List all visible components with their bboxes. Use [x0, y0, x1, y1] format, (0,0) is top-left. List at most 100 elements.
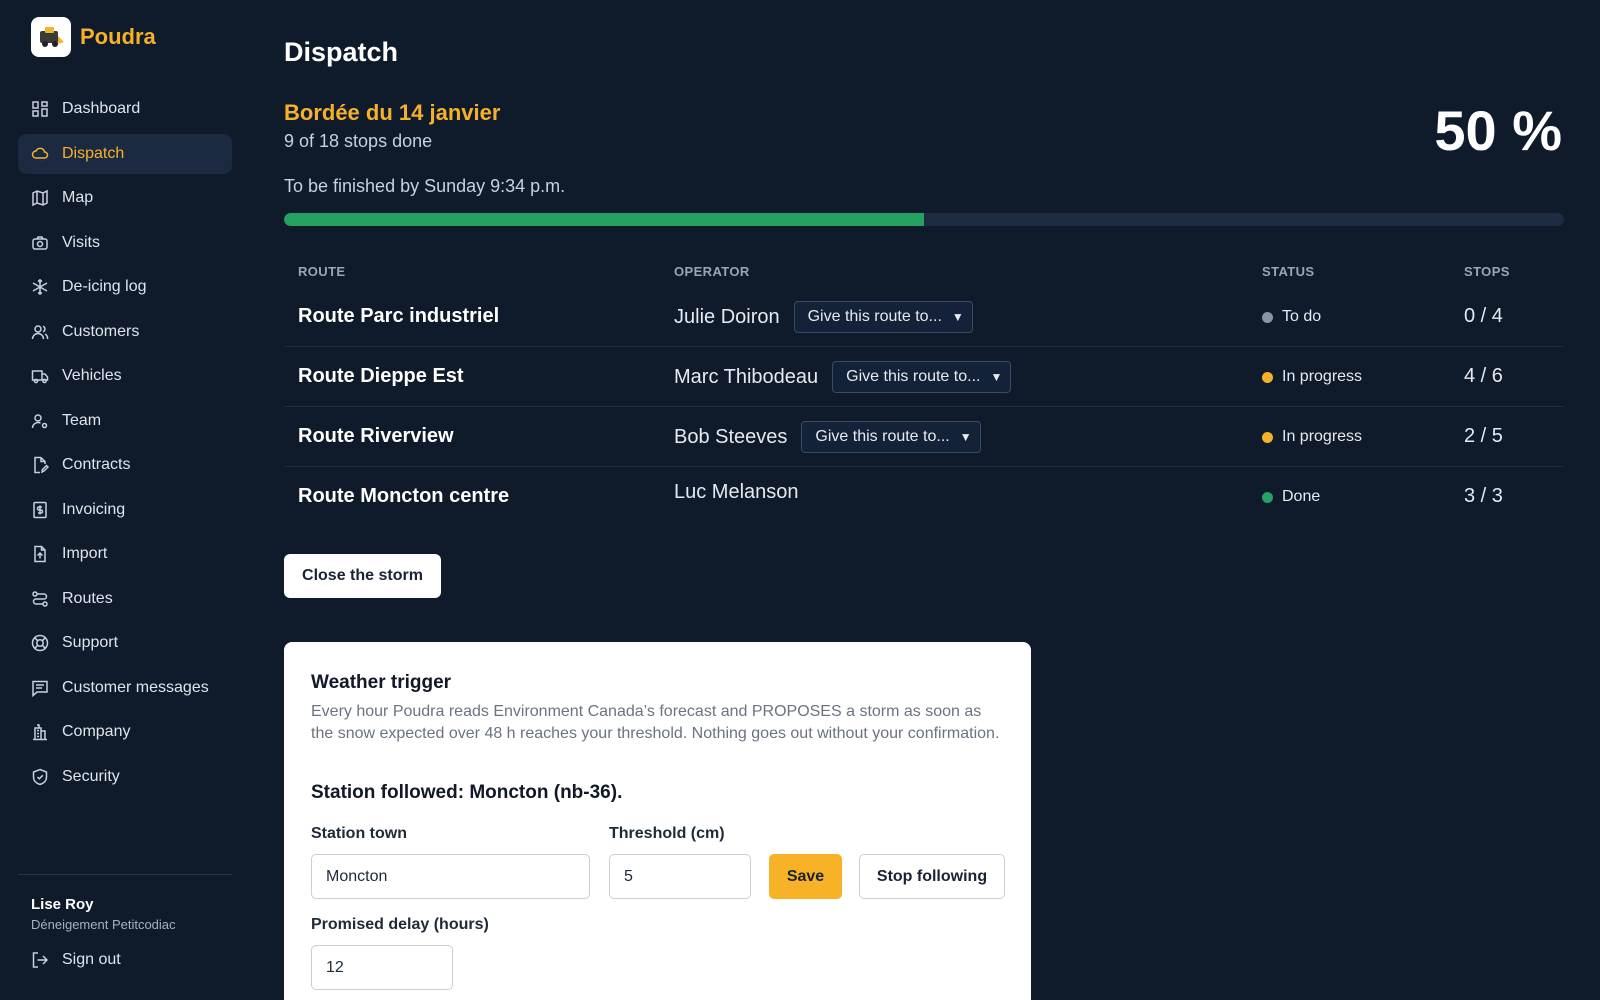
poudra-logo-icon: [31, 17, 71, 57]
sidebar-item-de-icing-log[interactable]: De-icing log: [18, 267, 232, 307]
status-badge: To do: [1262, 308, 1321, 326]
operator-cell: Bob Steeves Give this route to... ▼: [674, 421, 981, 453]
status-label: To do: [1282, 308, 1322, 325]
threshold-label: Threshold (cm): [609, 825, 725, 842]
reassign-route-select[interactable]: Give this route to... ▼: [793, 301, 973, 333]
sidebar-item-visits[interactable]: Visits: [18, 223, 232, 263]
sidebar-nav: Dashboard Dispatch Map Visits De-icing l…: [18, 89, 232, 801]
map-icon: [31, 189, 49, 207]
sidebar-item-company[interactable]: Company: [18, 712, 232, 752]
sidebar-divider: [18, 874, 232, 875]
sign-out-icon: [31, 951, 49, 969]
status-dot: [1262, 491, 1273, 503]
sidebar-item-label: Support: [62, 634, 119, 651]
reassign-route-label: Give this route to...: [807, 308, 942, 325]
station-followed: Station followed: Moncton (nb-36).: [311, 782, 623, 803]
brand[interactable]: Poudra: [31, 17, 156, 57]
sign-out-button[interactable]: Sign out: [31, 951, 121, 969]
table-header: ROUTE OPERATOR STATUS STOPS: [284, 255, 1564, 287]
sidebar-item-dispatch[interactable]: Dispatch: [18, 133, 232, 174]
cloud-icon: [31, 145, 49, 163]
stop-following-button[interactable]: Stop following: [859, 854, 1005, 899]
file-upload-icon: [31, 545, 49, 563]
sidebar-item-customers[interactable]: Customers: [18, 312, 232, 352]
close-storm-button[interactable]: Close the storm: [284, 554, 441, 598]
weather-trigger-description: Every hour Poudra reads Environment Cana…: [311, 703, 1000, 742]
sidebar-item-team[interactable]: Team: [18, 401, 232, 441]
sidebar-item-label: Vehicles: [62, 367, 122, 384]
chevron-down-icon: ▼: [959, 430, 972, 444]
storm-deadline: To be finished by Sunday 9:34 p.m.: [284, 176, 566, 196]
sidebar-item-map[interactable]: Map: [18, 178, 232, 218]
table-row: Route Riverview Bob Steeves Give this ro…: [284, 407, 1564, 467]
sidebar-item-label: Import: [62, 545, 108, 562]
storm-progress-text: 9 of 18 stops done: [284, 131, 433, 151]
table-row: Route Parc industriel Julie Doiron Give …: [284, 287, 1564, 347]
sidebar-item-label: Customers: [62, 322, 140, 340]
chevron-down-icon: ▼: [990, 370, 1003, 384]
promised-delay-input[interactable]: [311, 945, 453, 990]
storm-progress-fill: [284, 213, 924, 226]
sidebar-item-contracts[interactable]: Contracts: [18, 445, 232, 485]
status-dot: [1262, 431, 1273, 443]
invoice-icon: [31, 501, 49, 519]
threshold-input[interactable]: [609, 854, 751, 899]
operator-cell: Marc Thibodeau Give this route to... ▼: [674, 361, 1012, 393]
column-header-route: ROUTE: [298, 264, 346, 279]
sidebar-item-label: Visits: [62, 233, 100, 251]
sign-out-label: Sign out: [62, 951, 121, 968]
user-name: Lise Roy: [31, 896, 94, 913]
camera-icon: [31, 234, 49, 252]
sidebar-item-invoicing[interactable]: Invoicing: [18, 490, 232, 530]
table-row: Route Moncton centre Luc Melanson Done 3…: [284, 467, 1564, 527]
brand-name: Poudra: [80, 24, 156, 49]
stops-count: 2 / 5: [1464, 425, 1503, 447]
save-button[interactable]: Save: [769, 854, 842, 899]
dashboard-icon: [31, 100, 49, 118]
sidebar-item-label: Routes: [62, 589, 113, 607]
sidebar-item-dashboard[interactable]: Dashboard: [18, 89, 232, 129]
weather-trigger-card: Weather trigger Every hour Poudra reads …: [284, 642, 1031, 1000]
reassign-route-select[interactable]: Give this route to... ▼: [832, 361, 1012, 393]
promised-delay-label: Promised delay (hours): [311, 916, 489, 933]
sidebar-item-label: Dispatch: [62, 144, 125, 162]
building-icon: [31, 723, 49, 741]
users-icon: [31, 323, 49, 341]
sidebar-item-customer-messages[interactable]: Customer messages: [18, 668, 232, 708]
status-dot: [1262, 311, 1273, 323]
route-icon: [31, 590, 49, 608]
sidebar-item-import[interactable]: Import: [18, 534, 232, 574]
reassign-route-label: Give this route to...: [846, 368, 981, 385]
user-gear-icon: [31, 412, 49, 430]
storm-progress-bar: [284, 213, 1564, 226]
status-badge: Done: [1262, 488, 1320, 506]
chevron-down-icon: ▼: [951, 310, 964, 324]
route-name: Route Moncton centre: [298, 485, 510, 507]
lifebuoy-icon: [31, 634, 49, 652]
route-name: Route Dieppe Est: [298, 365, 464, 387]
route-name: Route Riverview: [298, 425, 454, 447]
snowflake-icon: [31, 278, 49, 296]
sidebar-item-security[interactable]: Security: [18, 757, 232, 797]
sidebar-item-label: Security: [62, 767, 120, 785]
station-town-input[interactable]: [311, 854, 590, 899]
sidebar-item-label: De-icing log: [62, 278, 147, 295]
reassign-route-label: Give this route to...: [815, 428, 950, 445]
truck-icon: [31, 367, 49, 385]
storm-percent: 50 %: [1434, 99, 1562, 162]
sidebar-item-support[interactable]: Support: [18, 623, 232, 663]
sidebar-item-routes[interactable]: Routes: [18, 579, 232, 619]
operator-cell: Luc Melanson: [674, 481, 813, 504]
sidebar-item-vehicles[interactable]: Vehicles: [18, 356, 232, 396]
file-edit-icon: [31, 456, 49, 474]
weather-trigger-title: Weather trigger: [311, 672, 452, 693]
sidebar-item-label: Company: [62, 723, 131, 740]
message-icon: [31, 679, 49, 697]
storm-name: Bordée du 14 janvier: [284, 100, 501, 125]
shield-icon: [31, 768, 49, 786]
sidebar-item-label: Invoicing: [62, 500, 126, 518]
reassign-route-select[interactable]: Give this route to... ▼: [801, 421, 981, 453]
table-row: Route Dieppe Est Marc Thibodeau Give thi…: [284, 347, 1564, 407]
operator-name: Julie Doiron: [674, 305, 780, 328]
column-header-status: STATUS: [1262, 264, 1315, 279]
